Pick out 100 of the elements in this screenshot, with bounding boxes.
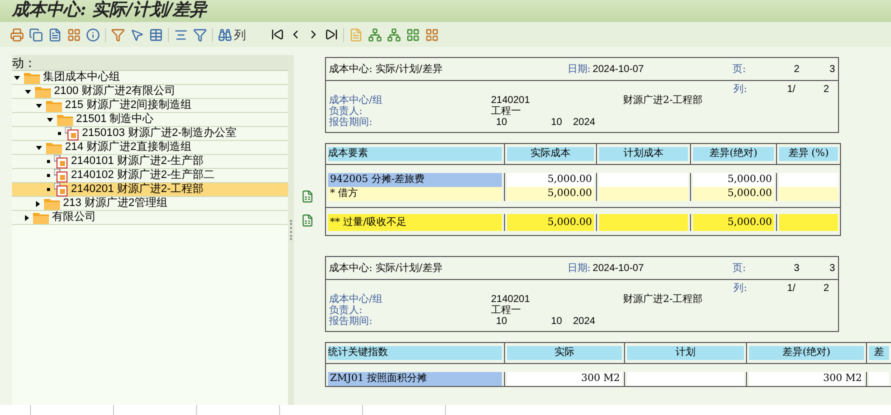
field-value: 2140201: [491, 294, 531, 305]
tree-node-label: 213 财源广进2管理组: [63, 197, 168, 210]
field-value: 10: [551, 316, 564, 327]
tree-node[interactable]: 2140102 财源广进2-生产部二: [12, 169, 288, 183]
column-label: 列:: [734, 283, 748, 294]
column-total: 2: [823, 84, 829, 95]
column-header: 差异(绝对): [749, 346, 864, 360]
table-cell: ZMJ01 按照面积分摊: [328, 372, 502, 386]
table-cell: 5,000.00: [693, 173, 774, 187]
window-title: 成本中心: 实际/计划/差异: [12, 0, 207, 22]
field-value: 10: [496, 316, 508, 327]
table-cell: 300 M2: [749, 372, 864, 386]
table-cell: * 借方: [328, 187, 502, 201]
first-page-icon[interactable]: [271, 28, 284, 41]
date-label: 日期:: [567, 62, 591, 76]
expand-arrow-icon[interactable]: [36, 146, 42, 150]
column-header: 实际: [507, 346, 622, 360]
table-cell: 5,000.00: [507, 214, 594, 231]
field-value: 2024: [573, 117, 596, 128]
hierarchy-icon[interactable]: [368, 28, 382, 42]
toolbar-icon[interactable]: [111, 28, 125, 42]
field-label: 成本中心/组: [329, 95, 384, 106]
column-header: 差: [869, 346, 889, 360]
grid-icon[interactable]: [406, 28, 420, 42]
column-header: 差异 (%): [779, 147, 838, 161]
spreadsheet-icon[interactable]: [300, 214, 314, 227]
tree-node[interactable]: 21501 制造中心: [12, 113, 288, 127]
report-icon: [54, 182, 68, 196]
field-label: 成本中心/组: [329, 294, 384, 305]
grid-icon[interactable]: [425, 28, 439, 42]
field-label: 负责人:: [329, 305, 364, 316]
tree-node-label: 2140201 财源广进2-工程部: [71, 183, 204, 196]
toolbar-icon[interactable]: [174, 28, 188, 42]
column-header: 计划: [627, 346, 744, 360]
table-cell: 5,000.00: [507, 187, 594, 201]
field-value: 财源广进2-工程部: [623, 95, 703, 106]
tree-node[interactable]: 2150103 财源广进2-制造办公室: [12, 127, 288, 141]
folder-icon: [46, 100, 62, 112]
expand-arrow-icon[interactable]: [47, 118, 53, 122]
tree-node-label: 集团成本中心组: [43, 71, 120, 84]
folder-icon: [33, 212, 49, 224]
date-value: 2024-10-07: [592, 62, 645, 76]
last-page-icon[interactable]: [325, 28, 338, 41]
column-label: 列:: [734, 84, 748, 95]
tree-node[interactable]: 213 财源广进2管理组: [12, 197, 288, 211]
expand-arrow-icon[interactable]: [25, 90, 31, 94]
tree-node-label: 有限公司: [52, 211, 96, 224]
table-cell: 5,000.00: [693, 214, 774, 231]
tree-node-label: 2150103 财源广进2-制造办公室: [82, 127, 237, 140]
report-icon: [54, 154, 68, 168]
table-cell: 5,000.00: [507, 173, 594, 187]
toolbar-icon[interactable]: [86, 28, 100, 42]
report-icon: [54, 168, 68, 182]
tree-node[interactable]: 集团成本中心组: [12, 71, 288, 85]
toolbar-icon[interactable]: [29, 28, 43, 42]
expand-arrow-icon[interactable]: [36, 104, 42, 108]
field-label: 报告期间:: [329, 117, 374, 128]
column-button[interactable]: 列: [234, 26, 246, 44]
collapse-arrow-icon[interactable]: [25, 214, 29, 220]
toolbar-icon[interactable]: [193, 28, 207, 42]
hierarchy-icon[interactable]: [387, 28, 401, 42]
toolbar-icon[interactable]: [130, 28, 144, 42]
column-number: 1/: [787, 283, 796, 294]
table-cell: [779, 173, 838, 187]
field-value: 财源广进2-工程部: [623, 294, 703, 305]
page-total: 3: [829, 62, 835, 76]
column-header: 计划成本: [599, 147, 688, 161]
tree-node[interactable]: 有限公司: [12, 211, 288, 225]
table-cell: [779, 214, 838, 231]
tree-node[interactable]: 2100 财源广进2有限公司: [12, 85, 288, 99]
table-cell: ** 过量/吸收不足: [328, 214, 502, 231]
toolbar-icon[interactable]: [48, 28, 62, 42]
expand-arrow-icon[interactable]: [14, 76, 20, 80]
table-cell: [779, 187, 838, 201]
toolbar-icon[interactable]: [10, 28, 24, 42]
field-value: 工程一: [491, 106, 521, 117]
bullet-icon: [47, 188, 50, 191]
tree-node[interactable]: 2140101 财源广进2-生产部: [12, 155, 288, 169]
toolbar-icon[interactable]: [149, 28, 163, 42]
field-value: 工程一: [491, 305, 521, 316]
collapse-arrow-icon[interactable]: [36, 200, 40, 206]
date-label: 日期:: [567, 262, 591, 276]
page-number: 2: [794, 62, 800, 76]
tree-header: 动：: [12, 55, 36, 72]
tree-node[interactable]: 215 财源广进2间接制造组: [12, 99, 288, 113]
date-value: 2024-10-07: [592, 262, 645, 276]
field-value: 10: [496, 117, 508, 128]
column-header: 差异(绝对): [693, 147, 774, 161]
toolbar-icon[interactable]: [218, 28, 232, 42]
folder-icon: [24, 72, 40, 84]
folder-icon: [44, 198, 60, 210]
field-value: 10: [551, 117, 564, 128]
page-number: 3: [794, 262, 800, 276]
page-total: 3: [829, 262, 835, 276]
tree-node[interactable]: 214 财源广进2直接制造组: [12, 141, 288, 155]
spreadsheet-icon[interactable]: [300, 190, 314, 203]
report-title: 成本中心: 实际/计划/差异: [329, 62, 444, 76]
tree-node-label: 21501 制造中心: [76, 113, 154, 126]
toolbar-icon[interactable]: [67, 28, 81, 42]
tree-node[interactable]: 2140201 财源广进2-工程部: [12, 183, 288, 197]
